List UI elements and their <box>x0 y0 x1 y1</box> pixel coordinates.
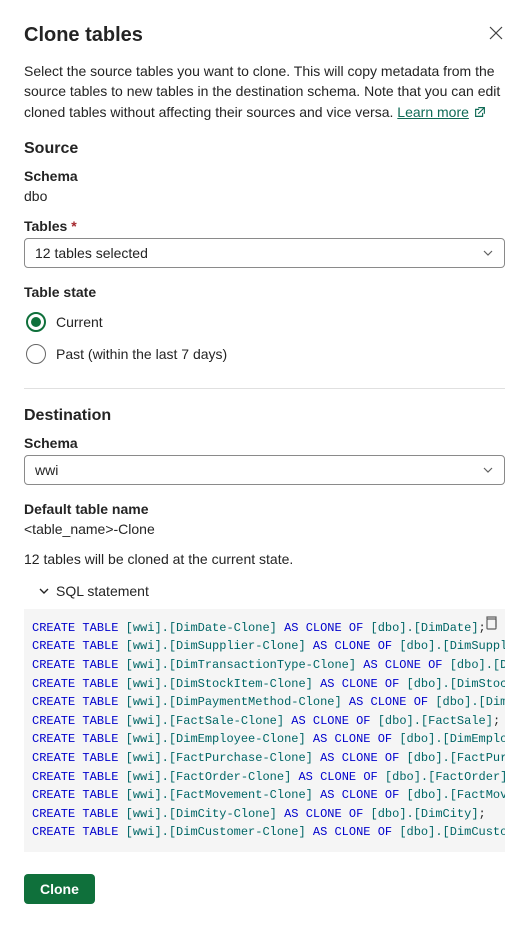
sql-row: CREATE TABLE [wwi].[DimPaymentMethod-Clo… <box>32 693 497 712</box>
external-link-icon <box>473 105 487 119</box>
sql-row: CREATE TABLE [wwi].[FactMovement-Clone] … <box>32 786 497 805</box>
chevron-down-icon <box>482 464 494 476</box>
close-button[interactable] <box>487 24 505 42</box>
sql-row: CREATE TABLE [wwi].[DimTransactionType-C… <box>32 656 497 675</box>
radio-icon-unchecked <box>26 344 46 364</box>
description-text: Select the source tables you want to clo… <box>24 61 505 122</box>
sql-row: CREATE TABLE [wwi].[DimCustomer-Clone] A… <box>32 823 497 842</box>
radio-past-label: Past (within the last 7 days) <box>56 346 227 362</box>
source-heading: Source <box>24 140 505 158</box>
tables-label: Tables <box>24 218 505 234</box>
tables-dropdown-value: 12 tables selected <box>35 245 148 261</box>
page-title: Clone tables <box>24 24 143 47</box>
sql-row: CREATE TABLE [wwi].[FactSale-Clone] AS C… <box>32 712 497 731</box>
sql-statement-label: SQL statement <box>56 583 149 599</box>
close-icon <box>489 26 503 40</box>
dest-schema-value: wwi <box>35 462 58 478</box>
dest-schema-dropdown[interactable]: wwi <box>24 455 505 485</box>
sql-statement-toggle[interactable]: SQL statement <box>24 577 505 609</box>
tables-dropdown[interactable]: 12 tables selected <box>24 238 505 268</box>
default-table-name-value: <table_name>-Clone <box>24 521 505 537</box>
sql-row: CREATE TABLE [wwi].[DimCity-Clone] AS CL… <box>32 805 497 824</box>
clone-button[interactable]: Clone <box>24 874 95 904</box>
destination-heading: Destination <box>24 407 505 425</box>
sql-row: CREATE TABLE [wwi].[FactPurchase-Clone] … <box>32 749 497 768</box>
radio-past[interactable]: Past (within the last 7 days) <box>24 338 505 370</box>
clone-status-text: 12 tables will be cloned at the current … <box>24 551 505 567</box>
sql-code-block: CREATE TABLE [wwi].[DimDate-Clone] AS CL… <box>24 609 505 852</box>
table-state-label: Table state <box>24 284 505 300</box>
sql-row: CREATE TABLE [wwi].[FactOrder-Clone] AS … <box>32 768 497 787</box>
sql-row: CREATE TABLE [wwi].[DimSupplier-Clone] A… <box>32 637 497 656</box>
chevron-down-icon <box>482 247 494 259</box>
sql-row: CREATE TABLE [wwi].[DimDate-Clone] AS CL… <box>32 619 497 638</box>
source-schema-label: Schema <box>24 168 505 184</box>
radio-current-label: Current <box>56 314 103 330</box>
radio-current[interactable]: Current <box>24 306 505 338</box>
sql-row: CREATE TABLE [wwi].[DimStockItem-Clone] … <box>32 675 497 694</box>
radio-icon-checked <box>26 312 46 332</box>
chevron-down-icon <box>38 585 50 597</box>
section-divider <box>24 388 505 389</box>
copy-icon[interactable] <box>483 615 499 631</box>
source-schema-value: dbo <box>24 188 505 204</box>
default-table-name-label: Default table name <box>24 501 505 517</box>
sql-row: CREATE TABLE [wwi].[DimEmployee-Clone] A… <box>32 730 497 749</box>
learn-more-link[interactable]: Learn more <box>397 102 487 122</box>
dest-schema-label: Schema <box>24 435 505 451</box>
